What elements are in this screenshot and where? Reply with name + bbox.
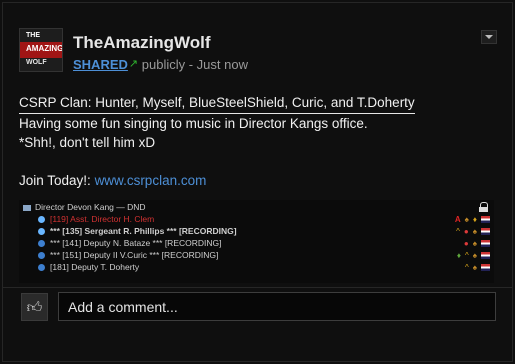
- wings-icon: ♠: [472, 263, 477, 272]
- author-name[interactable]: TheAmazingWolf: [73, 33, 211, 53]
- user-badges: ^ ♠: [461, 262, 490, 273]
- post-line-2: Having some fun singing to music in Dire…: [19, 116, 368, 131]
- chevron-rank-icon: ^: [456, 227, 460, 236]
- post-body: CSRP Clan: Hunter, Myself, BlueSteelShie…: [19, 93, 415, 190]
- user-name: [119] Asst. Director H. Clem: [50, 214, 155, 224]
- clan-website-link[interactable]: www.csrpclan.com: [95, 173, 207, 188]
- channel-icon: [23, 204, 31, 211]
- thumbs-up-icon: 👍︎: [26, 299, 43, 316]
- rank-icon: ♦: [456, 251, 461, 260]
- user-status-icon: [38, 252, 45, 260]
- lock-icon: [479, 202, 488, 212]
- avatar-line-1: THE: [26, 32, 40, 39]
- channel-row: Director Devon Kang — DND: [23, 202, 146, 213]
- divider: [2, 287, 513, 288]
- user-row: [181] Deputy T. Doherty: [38, 262, 139, 273]
- wings-icon: ♠: [472, 227, 477, 236]
- user-name: [181] Deputy T. Doherty: [50, 262, 140, 272]
- join-label: Join Today!:: [19, 173, 95, 188]
- user-row: *** [151] Deputy II V.Curic *** [RECORDI…: [38, 250, 218, 261]
- user-status-icon: [38, 240, 45, 248]
- wings-icon: ♠: [472, 239, 477, 248]
- user-name: *** [141] Deputy N. Bataze *** [RECORDIN…: [50, 238, 222, 248]
- user-row: *** [141] Deputy N. Bataze *** [RECORDIN…: [38, 238, 222, 249]
- chevron-rank-icon: ^: [464, 263, 469, 272]
- wings-icon: ♠: [464, 215, 469, 224]
- flag-icon: [481, 240, 490, 248]
- post-options-dropdown[interactable]: [481, 30, 497, 44]
- flag-icon: [481, 216, 490, 224]
- wings-icon: ♠: [472, 251, 477, 260]
- flag-icon: [481, 252, 490, 260]
- channel-name: Director Devon Kang — DND: [35, 202, 146, 212]
- flag-icon: [481, 264, 490, 272]
- join-line: Join Today!: www.csrpclan.com: [19, 171, 415, 190]
- external-link-icon[interactable]: ↗: [129, 57, 138, 70]
- visibility-text: publicly - Just now: [141, 57, 248, 72]
- post-line-3: *Shh!, don't tell him xD: [19, 135, 156, 150]
- user-name: *** [135] Sergeant R. Phillips *** [RECO…: [50, 226, 237, 236]
- share-info: SHARED↗ publicly - Just now: [73, 57, 248, 72]
- user-status-icon: [38, 216, 45, 224]
- user-name: *** [151] Deputy II V.Curic *** [RECORDI…: [50, 250, 219, 260]
- plus-one-button[interactable]: 👍︎: [21, 293, 48, 321]
- user-status-icon: [38, 228, 45, 236]
- comment-input[interactable]: [58, 292, 496, 321]
- record-icon: ●: [463, 239, 469, 248]
- avatar-line-3: WOLF: [26, 59, 47, 66]
- rank-icon: ♦: [472, 215, 477, 224]
- record-icon: ●: [463, 227, 469, 236]
- chevron-rank-icon: ^: [464, 251, 469, 260]
- teamspeak-screenshot[interactable]: Director Devon Kang — DND [119] Asst. Di…: [19, 200, 494, 283]
- avatar-line-2: AMAZING: [26, 44, 63, 53]
- user-badges: A ♠ ♦: [451, 214, 490, 225]
- admin-badge-icon: A: [454, 215, 461, 224]
- user-badges: ♦ ^ ♠: [453, 250, 490, 261]
- shared-link[interactable]: SHARED: [73, 57, 128, 72]
- avatar[interactable]: THE AMAZING WOLF: [19, 28, 63, 72]
- user-badges: ^ ● ♠: [452, 226, 490, 237]
- flag-icon: [481, 228, 490, 236]
- post-line-1: CSRP Clan: Hunter, Myself, BlueSteelShie…: [19, 93, 415, 114]
- user-row: *** [135] Sergeant R. Phillips *** [RECO…: [38, 226, 237, 237]
- user-badges: ● ♠: [460, 238, 490, 249]
- user-row: [119] Asst. Director H. Clem: [38, 214, 154, 225]
- user-status-icon: [38, 264, 45, 272]
